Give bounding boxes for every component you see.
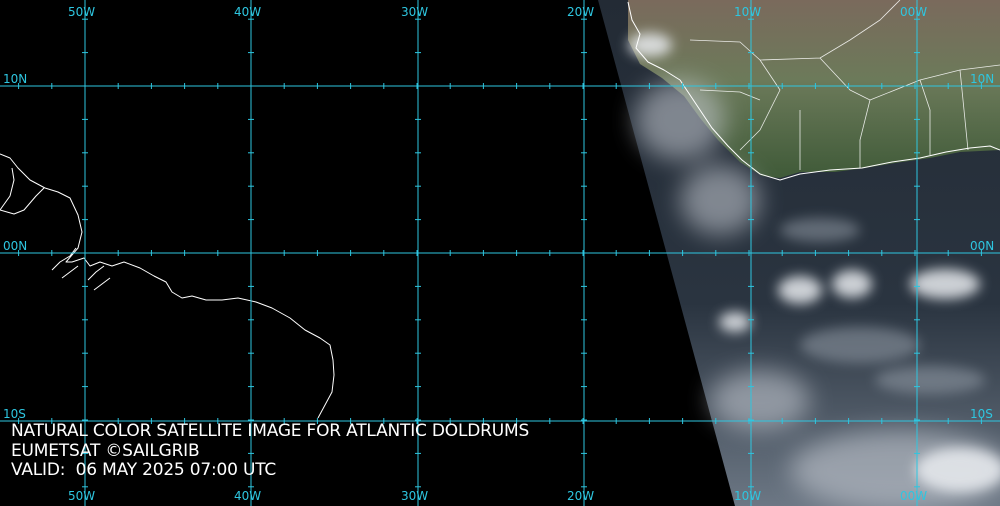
lon-label-bottom-30w: 30W (401, 489, 428, 503)
caption-title: NATURAL COLOR SATELLITE IMAGE FOR ATLANT… (11, 421, 530, 441)
lon-label-top-10w: 10W (734, 5, 761, 19)
caption-valid-time: VALID: 06 MAY 2025 07:00 UTC (11, 460, 277, 480)
map-caption: NATURAL COLOR SATELLITE IMAGE FOR ATLANT… (11, 421, 530, 481)
lon-label-top-50w: 50W (68, 5, 95, 19)
lon-label-top-40w: 40W (234, 5, 261, 19)
caption-credit: EUMETSAT ©SAILGRIB (11, 440, 200, 461)
lon-label-bottom-00w: 00W (900, 489, 927, 503)
lon-label-top-20w: 20W (567, 5, 594, 19)
lat-label-right-10s: 10S (970, 407, 993, 421)
lat-label-right-10n: 10N (970, 72, 994, 86)
lon-label-bottom-50w: 50W (68, 489, 95, 503)
lat-label-left-10s: 10S (3, 407, 26, 421)
lon-label-top-00w: 00W (900, 5, 927, 19)
lat-label-left-10n: 10N (3, 72, 27, 86)
lon-label-top-30w: 30W (401, 5, 428, 19)
lon-label-bottom-40w: 40W (234, 489, 261, 503)
lat-label-right-00n: 00N (970, 239, 994, 253)
lon-label-bottom-10w: 10W (734, 489, 761, 503)
lon-label-bottom-20w: 20W (567, 489, 594, 503)
lat-label-left-00n: 00N (3, 239, 27, 253)
